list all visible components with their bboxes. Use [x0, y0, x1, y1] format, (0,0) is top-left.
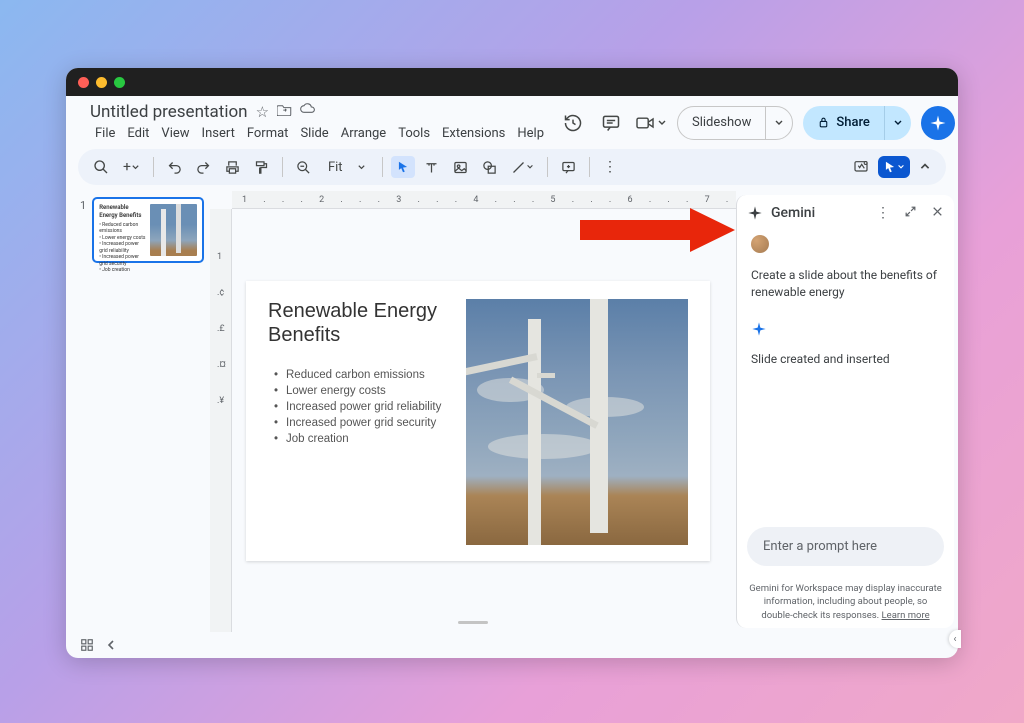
gemini-prompt-input[interactable]: Enter a prompt here	[747, 527, 944, 566]
gemini-button[interactable]	[921, 106, 955, 140]
star-icon[interactable]: ☆	[256, 103, 269, 121]
menu-file[interactable]: File	[90, 124, 120, 143]
user-message	[751, 235, 940, 253]
window-close-button[interactable]	[78, 77, 89, 88]
menu-edit[interactable]: Edit	[122, 124, 154, 143]
learn-more-link[interactable]: Learn more	[882, 610, 930, 621]
gemini-header: Gemini ⋮	[737, 195, 954, 231]
app-window: Untitled presentation ☆ File Edit View I…	[66, 68, 958, 658]
menu-help[interactable]: Help	[512, 124, 549, 143]
menu-format[interactable]: Format	[242, 124, 294, 143]
horizontal-ruler	[232, 191, 736, 209]
comment-tool[interactable]	[556, 156, 581, 179]
thumb-image	[150, 204, 197, 256]
gemini-disclaimer: Gemini for Workspace may display inaccur…	[737, 576, 954, 628]
line-tool[interactable]	[506, 156, 539, 179]
cursor-share-icon[interactable]	[878, 156, 910, 178]
zoom-out-icon[interactable]	[291, 156, 316, 179]
speaker-notes-handle[interactable]	[458, 621, 488, 624]
menubar: File Edit View Insert Format Slide Arran…	[90, 124, 549, 143]
close-icon[interactable]	[931, 205, 944, 221]
user-prompt-text: Create a slide about the benefits of ren…	[751, 267, 940, 301]
comments-icon[interactable]	[597, 109, 625, 137]
slideshow-button[interactable]: Slideshow	[678, 107, 765, 139]
undo-button[interactable]	[162, 156, 187, 179]
more-icon[interactable]: ⋮	[598, 155, 622, 179]
search-icon[interactable]	[88, 155, 114, 179]
gemini-insert-icon[interactable]	[848, 155, 874, 179]
separator	[282, 157, 283, 177]
canvas-area: Renewable Energy Benefits Reduced carbon…	[210, 191, 736, 632]
share-button[interactable]: Share	[803, 106, 884, 140]
cloud-status-icon[interactable]	[300, 103, 316, 121]
window-minimize-button[interactable]	[96, 77, 107, 88]
slide-canvas[interactable]: Renewable Energy Benefits Reduced carbon…	[246, 281, 710, 561]
menu-arrange[interactable]: Arrange	[336, 124, 391, 143]
separator	[547, 157, 548, 177]
spark-icon	[747, 205, 763, 221]
meet-button[interactable]	[635, 115, 667, 131]
toolbar: + Fit ⋮	[78, 149, 946, 185]
share-dropdown[interactable]	[884, 106, 911, 140]
bullet-item: Job creation	[268, 431, 448, 447]
expand-icon[interactable]	[904, 205, 917, 221]
vertical-ruler	[210, 209, 232, 632]
bullet-item: Increased power grid reliability	[268, 399, 448, 415]
macos-titlebar	[66, 68, 958, 96]
share-label: Share	[836, 115, 870, 130]
gemini-title: Gemini	[771, 205, 815, 221]
slide-title[interactable]: Renewable Energy Benefits	[268, 299, 448, 347]
gemini-response-text: Slide created and inserted	[751, 351, 940, 368]
menu-view[interactable]: View	[156, 124, 194, 143]
share-button-group: Share	[803, 106, 911, 140]
menu-tools[interactable]: Tools	[393, 124, 435, 143]
spark-icon	[751, 321, 767, 337]
slide-thumbnail[interactable]: Renewable Energy Benefits • Reduced carb…	[92, 197, 204, 263]
new-slide-button[interactable]: +	[118, 155, 145, 179]
history-icon[interactable]	[559, 109, 587, 137]
separator	[153, 157, 154, 177]
side-panel-toggle[interactable]: ‹	[949, 630, 961, 648]
menu-slide[interactable]: Slide	[295, 124, 333, 143]
separator	[382, 157, 383, 177]
window-zoom-button[interactable]	[114, 77, 125, 88]
gemini-sidebar: Gemini ⋮ Create a slide about the benefi…	[736, 195, 954, 628]
grid-view-icon[interactable]	[80, 638, 94, 652]
thumb-title: Renewable Energy Benefits	[99, 204, 146, 220]
title-area: Untitled presentation ☆ File Edit View I…	[90, 102, 549, 143]
content-area: 1 Renewable Energy Benefits • Reduced ca…	[66, 191, 958, 632]
slideshow-button-group: Slideshow	[677, 106, 793, 140]
gemini-conversation: Create a slide about the benefits of ren…	[737, 231, 954, 517]
menu-insert[interactable]: Insert	[197, 124, 240, 143]
menu-extensions[interactable]: Extensions	[437, 124, 510, 143]
zoom-select[interactable]: Fit	[320, 156, 374, 179]
app-header: Untitled presentation ☆ File Edit View I…	[66, 96, 958, 143]
shape-tool[interactable]	[477, 156, 502, 179]
slide-bullets[interactable]: Reduced carbon emissions Lower energy co…	[268, 367, 448, 447]
user-avatar-small	[751, 235, 769, 253]
print-button[interactable]	[220, 156, 245, 179]
more-icon[interactable]: ⋮	[876, 205, 890, 221]
document-title[interactable]: Untitled presentation	[90, 102, 248, 122]
separator	[589, 157, 590, 177]
select-tool[interactable]	[391, 156, 415, 178]
filmstrip: 1 Renewable Energy Benefits • Reduced ca…	[66, 191, 210, 632]
image-tool[interactable]	[448, 156, 473, 179]
redo-button[interactable]	[191, 156, 216, 179]
bullet-item: Lower energy costs	[268, 383, 448, 399]
prev-slide-icon[interactable]	[106, 639, 116, 651]
paint-format-button[interactable]	[249, 156, 274, 179]
slide-number: 1	[80, 199, 86, 263]
textbox-tool[interactable]	[419, 156, 444, 179]
move-icon[interactable]	[277, 103, 292, 121]
slideshow-dropdown[interactable]	[765, 107, 792, 139]
footer	[66, 632, 958, 658]
slide-image[interactable]	[466, 299, 688, 545]
bullet-item: Increased power grid security	[268, 415, 448, 431]
collapse-toolbar-icon[interactable]	[914, 157, 936, 177]
bullet-item: Reduced carbon emissions	[268, 367, 448, 383]
